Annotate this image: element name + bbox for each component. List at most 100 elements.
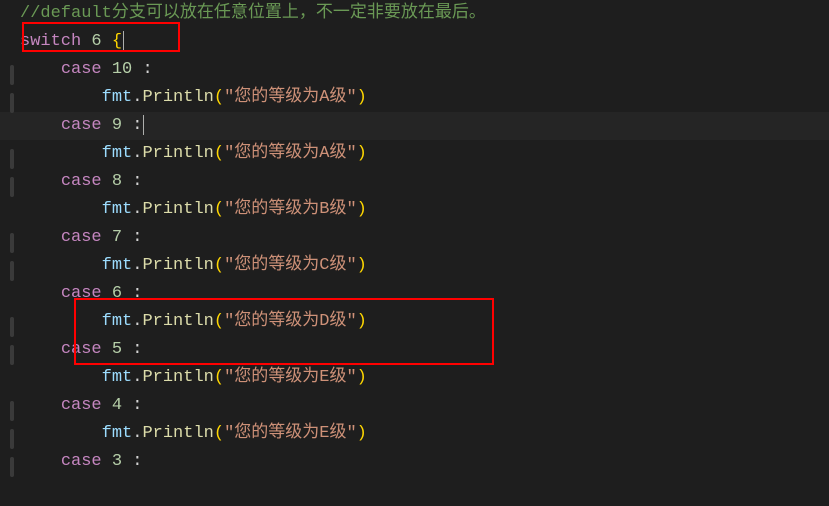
fold-mark — [10, 65, 14, 85]
string-literal: "您的等级为A级" — [224, 88, 357, 107]
colon: : — [132, 172, 142, 191]
dot: . — [132, 424, 142, 443]
fold-mark — [10, 317, 14, 337]
dot: . — [132, 144, 142, 163]
paren-open: ( — [214, 200, 224, 219]
case-value: 8 — [112, 172, 122, 191]
code-line[interactable]: case 6 : — [20, 280, 829, 308]
keyword-case: case — [61, 396, 102, 415]
dot: . — [132, 368, 142, 387]
code-line[interactable]: case 9 : — [20, 112, 829, 140]
colon: : — [132, 228, 142, 247]
code-line[interactable]: fmt.Println("您的等级为E级") — [20, 420, 829, 448]
paren-close: ) — [357, 312, 367, 331]
ident-fmt: fmt — [102, 424, 133, 443]
string-literal: "您的等级为B级" — [224, 200, 357, 219]
code-line[interactable]: fmt.Println("您的等级为B级") — [20, 196, 829, 224]
case-value: 10 — [112, 60, 132, 79]
ident-fmt: fmt — [102, 368, 133, 387]
paren-close: ) — [357, 424, 367, 443]
code-line[interactable]: case 8 : — [20, 168, 829, 196]
keyword-switch: switch — [20, 32, 81, 51]
case-value: 4 — [112, 396, 122, 415]
switch-value: 6 — [91, 32, 101, 51]
text-cursor — [143, 115, 144, 135]
paren-close: ) — [357, 256, 367, 275]
code-line[interactable]: case 5 : — [20, 336, 829, 364]
keyword-case: case — [61, 340, 102, 359]
fold-mark — [10, 93, 14, 113]
paren-open: ( — [214, 368, 224, 387]
colon: : — [142, 60, 152, 79]
ident-fmt: fmt — [102, 144, 133, 163]
colon: : — [132, 284, 142, 303]
code-line[interactable]: fmt.Println("您的等级为A级") — [20, 140, 829, 168]
func-println: Println — [142, 200, 213, 219]
dot: . — [132, 200, 142, 219]
code-line[interactable]: case 4 : — [20, 392, 829, 420]
paren-close: ) — [357, 144, 367, 163]
code-editor[interactable]: //default分支可以放在任意位置上，不一定非要放在最后。 switch 6… — [0, 0, 829, 476]
dot: . — [132, 256, 142, 275]
func-println: Println — [142, 88, 213, 107]
ident-fmt: fmt — [102, 256, 133, 275]
paren-close: ) — [357, 88, 367, 107]
colon: : — [132, 116, 142, 135]
paren-open: ( — [214, 144, 224, 163]
func-println: Println — [142, 256, 213, 275]
dot: . — [132, 312, 142, 331]
keyword-case: case — [61, 284, 102, 303]
code-line[interactable]: fmt.Println("您的等级为D级") — [20, 308, 829, 336]
paren-open: ( — [214, 312, 224, 331]
ident-fmt: fmt — [102, 200, 133, 219]
paren-open: ( — [214, 88, 224, 107]
keyword-case: case — [61, 116, 102, 135]
paren-open: ( — [214, 256, 224, 275]
paren-close: ) — [357, 368, 367, 387]
case-value: 6 — [112, 284, 122, 303]
keyword-case: case — [61, 452, 102, 471]
fold-mark — [10, 233, 14, 253]
case-value: 5 — [112, 340, 122, 359]
code-line[interactable]: //default分支可以放在任意位置上，不一定非要放在最后。 — [20, 0, 829, 28]
string-literal: "您的等级为A级" — [224, 144, 357, 163]
string-literal: "您的等级为E级" — [224, 424, 357, 443]
case-value: 9 — [112, 116, 122, 135]
text-cursor — [123, 31, 124, 51]
paren-open: ( — [214, 424, 224, 443]
ident-fmt: fmt — [102, 312, 133, 331]
fold-mark — [10, 401, 14, 421]
fold-mark — [10, 261, 14, 281]
colon: : — [132, 396, 142, 415]
ident-fmt: fmt — [102, 88, 133, 107]
fold-mark — [10, 345, 14, 365]
comment-text: //default分支可以放在任意位置上，不一定非要放在最后。 — [20, 4, 486, 23]
func-println: Println — [142, 424, 213, 443]
func-println: Println — [142, 312, 213, 331]
paren-close: ) — [357, 200, 367, 219]
code-line[interactable]: case 7 : — [20, 224, 829, 252]
string-literal: "您的等级为D级" — [224, 312, 357, 331]
func-println: Println — [142, 368, 213, 387]
code-line[interactable]: case 10 : — [20, 56, 829, 84]
fold-mark — [10, 429, 14, 449]
case-value: 7 — [112, 228, 122, 247]
fold-mark — [10, 149, 14, 169]
case-value: 3 — [112, 452, 122, 471]
code-line[interactable]: fmt.Println("您的等级为C级") — [20, 252, 829, 280]
colon: : — [132, 340, 142, 359]
code-line[interactable]: fmt.Println("您的等级为A级") — [20, 84, 829, 112]
dot: . — [132, 88, 142, 107]
func-println: Println — [142, 144, 213, 163]
code-line[interactable]: switch 6 { — [20, 28, 829, 56]
keyword-case: case — [61, 228, 102, 247]
string-literal: "您的等级为E级" — [224, 368, 357, 387]
code-line[interactable]: case 3 : — [20, 448, 829, 476]
string-literal: "您的等级为C级" — [224, 256, 357, 275]
brace-open: { — [112, 32, 122, 51]
fold-mark — [10, 457, 14, 477]
code-line[interactable]: fmt.Println("您的等级为E级") — [20, 364, 829, 392]
keyword-case: case — [61, 172, 102, 191]
colon: : — [132, 452, 142, 471]
gutter — [0, 0, 20, 476]
